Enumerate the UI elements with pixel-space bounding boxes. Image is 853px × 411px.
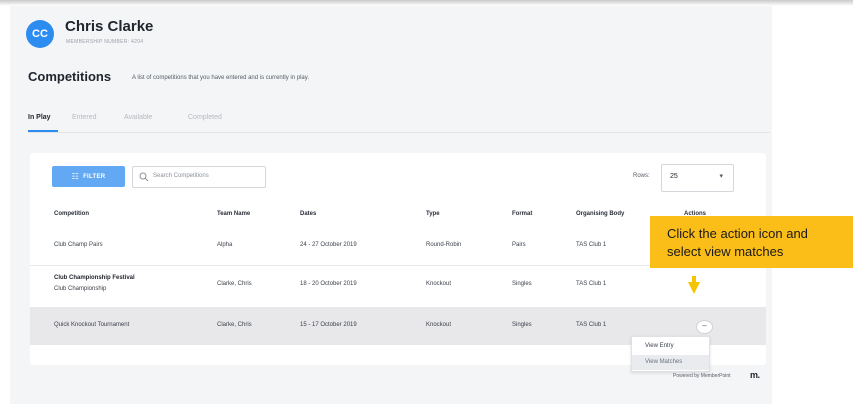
powered-by-text: Powered by MemberPoint [673, 373, 731, 379]
column-header-dates[interactable]: Dates [300, 211, 316, 217]
column-header-organising-body[interactable]: Organising Body [576, 211, 624, 217]
column-header-team-name[interactable]: Team Name [217, 211, 250, 217]
cell-type: Round-Robin [426, 242, 462, 248]
instruction-callout: Click the action icon and select view ma… [650, 216, 853, 268]
menu-item-view-matches[interactable]: View Matches [632, 355, 709, 370]
actions-menu: View Entry View Matches [631, 336, 710, 372]
filter-button[interactable]: ☷ FILTER [52, 166, 125, 187]
menu-item-view-entry[interactable]: View Entry [632, 339, 709, 354]
rows-label: Rows: [633, 173, 650, 179]
cell-organising-body: TAS Club 1 [576, 281, 607, 287]
menu-item-label: View Entry [645, 343, 674, 349]
search-input[interactable]: Search Competitions [132, 166, 266, 188]
cell-dates: 15 - 17 October 2019 [300, 322, 357, 328]
cell-format: Singles [512, 322, 532, 328]
callout-text: Click the action icon and select view ma… [667, 225, 808, 261]
filter-icon: ☷ [71, 172, 80, 181]
cell-competition: Club Championship Festival [54, 275, 135, 281]
cell-dates: 18 - 20 October 2019 [300, 281, 357, 287]
callout-line-2: select view matches [667, 244, 784, 259]
callout-line-1: Click the action icon and [667, 226, 808, 241]
cell-organising-body: TAS Club 1 [576, 242, 607, 248]
row-actions-button[interactable]: – [696, 320, 713, 334]
page-description: A list of competitions that you have ent… [132, 75, 309, 81]
rows-value: 25 [670, 173, 678, 180]
callout-arrow-icon [688, 282, 700, 294]
column-header-type[interactable]: Type [426, 211, 440, 217]
cell-competition: Club Champ Pairs [54, 242, 103, 248]
tab-entered[interactable]: Entered [72, 114, 97, 121]
table-row[interactable]: Club Championship Festival Club Champion… [30, 265, 766, 307]
page-background: CC Chris Clarke MEMBERSHIP NUMBER: 4204 … [10, 6, 772, 404]
cell-competition-subtitle: Club Championship [54, 286, 107, 292]
rows-per-page-select[interactable]: 25 ▾ [661, 164, 734, 192]
filter-label: FILTER [83, 173, 106, 180]
cell-team-name: Clarke, Chris [217, 322, 252, 328]
search-placeholder: Search Competitions [153, 173, 209, 179]
tabs-divider [28, 132, 770, 133]
tab-completed[interactable]: Completed [188, 114, 222, 121]
avatar[interactable]: CC [26, 20, 54, 48]
tab-in-play[interactable]: In Play [28, 114, 51, 121]
membership-number: MEMBERSHIP NUMBER: 4204 [66, 39, 144, 45]
column-header-competition[interactable]: Competition [54, 211, 89, 217]
cell-competition: Quick Knockout Tournament [54, 322, 130, 328]
cell-team-name: Clarke, Chris [217, 281, 252, 287]
cell-format: Singles [512, 281, 532, 287]
chevron-down-icon: ▾ [719, 173, 723, 180]
search-icon [139, 172, 149, 182]
cell-type: Knockout [426, 281, 452, 287]
cell-format: Pairs [512, 242, 526, 248]
cell-team-name: Alpha [217, 242, 233, 248]
tab-available[interactable]: Available [124, 114, 152, 121]
cell-organising-body: TAS Club 1 [576, 322, 607, 328]
menu-item-label: View Matches [645, 359, 683, 365]
cell-dates: 24 - 27 October 2019 [300, 242, 357, 248]
page-title: Competitions [28, 69, 112, 84]
memberpoint-logo: m. [750, 370, 760, 380]
user-name: Chris Clarke [65, 18, 154, 35]
column-header-format[interactable]: Format [512, 211, 532, 217]
cell-type: Knockout [426, 322, 452, 328]
